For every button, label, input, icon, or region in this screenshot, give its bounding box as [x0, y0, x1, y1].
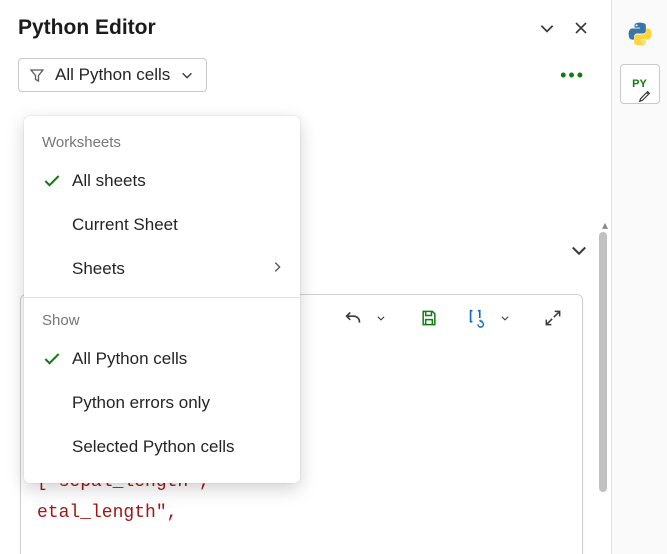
pencil-icon	[638, 89, 652, 103]
brackets-refresh-icon	[466, 307, 488, 329]
chevron-down-icon	[538, 19, 556, 37]
menu-item-all-sheets[interactable]: All sheets	[24, 159, 300, 203]
filter-dropdown-button[interactable]: All Python cells	[18, 58, 207, 92]
scroll-up-arrow[interactable]: ▴	[602, 218, 608, 232]
filter-label: All Python cells	[55, 65, 170, 85]
collapse-pane-button[interactable]	[533, 14, 561, 42]
more-options-button[interactable]: •••	[552, 61, 593, 90]
python-icon	[627, 21, 653, 47]
menu-item-label: Python errors only	[72, 393, 284, 413]
save-button[interactable]	[418, 307, 440, 329]
chevron-down-icon	[180, 68, 194, 82]
pane-header: Python Editor	[0, 0, 611, 50]
pane-title: Python Editor	[18, 16, 527, 40]
cell-collapse-button[interactable]	[569, 240, 589, 265]
menu-item-label: All sheets	[72, 171, 284, 191]
undo-button[interactable]	[342, 307, 364, 329]
check-icon	[38, 171, 66, 191]
filter-toolbar: All Python cells •••	[0, 50, 611, 102]
filter-dropdown-menu: Worksheets All sheets Current Sheet Shee…	[24, 116, 300, 483]
menu-item-sheets[interactable]: Sheets	[24, 247, 300, 291]
convert-output-button[interactable]	[466, 307, 488, 329]
chevron-down-icon	[376, 313, 386, 323]
chevron-down-icon	[500, 313, 510, 323]
menu-item-label: All Python cells	[72, 349, 284, 369]
close-pane-button[interactable]	[567, 14, 595, 42]
expand-button[interactable]	[542, 307, 564, 329]
filter-icon	[29, 67, 45, 83]
side-rail: PY	[611, 0, 667, 554]
check-icon	[38, 349, 66, 369]
chevron-down-icon	[569, 240, 589, 260]
menu-item-python-errors-only[interactable]: Python errors only	[24, 381, 300, 425]
menu-section-worksheets: Worksheets	[24, 126, 300, 159]
convert-menu-button[interactable]	[494, 307, 516, 329]
scrollbar-thumb[interactable]	[599, 232, 607, 492]
menu-item-current-sheet[interactable]: Current Sheet	[24, 203, 300, 247]
expand-icon	[543, 308, 563, 328]
close-icon	[573, 20, 589, 36]
save-icon	[419, 308, 439, 328]
menu-item-selected-python-cells[interactable]: Selected Python cells	[24, 425, 300, 469]
ellipsis-icon: •••	[560, 65, 585, 85]
undo-icon	[342, 307, 364, 329]
undo-menu-button[interactable]	[370, 307, 392, 329]
menu-item-all-python-cells[interactable]: All Python cells	[24, 337, 300, 381]
python-editor-rail-button[interactable]: PY	[620, 64, 660, 104]
menu-item-label: Selected Python cells	[72, 437, 284, 457]
menu-item-label: Current Sheet	[72, 215, 284, 235]
menu-divider	[24, 297, 300, 298]
chevron-right-icon	[270, 259, 284, 279]
menu-item-label: Sheets	[72, 259, 264, 279]
menu-section-show: Show	[24, 304, 300, 337]
python-logo-button[interactable]	[620, 14, 660, 54]
